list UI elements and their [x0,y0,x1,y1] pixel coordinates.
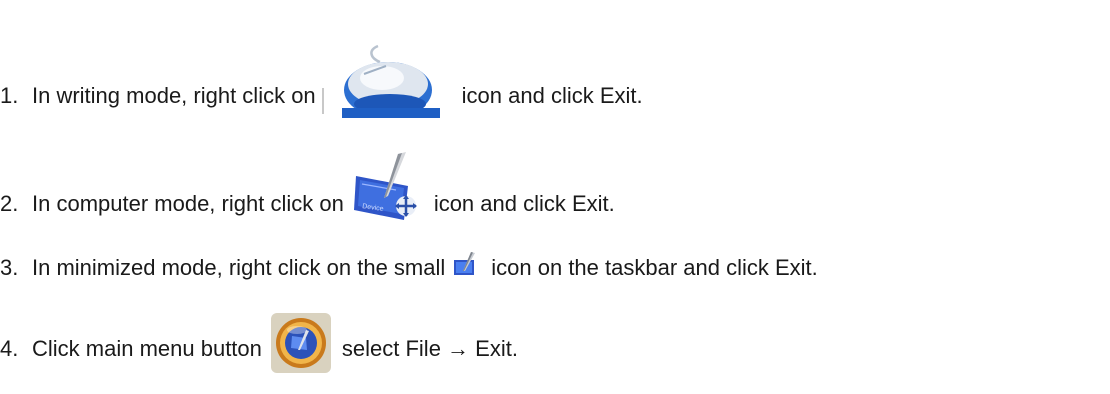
step-4: 4. Click main menu button select File → … [0,313,518,380]
step-text-before: In computer mode, right click on [32,191,344,216]
pen-tray-icon [453,251,479,277]
step-text-after: icon and click Exit. [461,83,643,108]
step-2: 2. In computer mode, right click on Devi… [0,152,615,240]
pen-device-icon: Device [352,150,422,222]
step-number: 4. [0,336,19,361]
mouse-icon [320,44,450,120]
step-text-after: select File → Exit. [341,336,518,361]
step-text-after: icon on the taskbar and click Exit. [491,255,818,280]
step-text-before: In writing mode, right click on [32,83,316,108]
main-menu-button-icon [270,312,332,374]
step-3: 3. In minimized mode, right click on the… [0,252,818,281]
step-text-before: Click main menu button [32,336,262,361]
step-number: 3. [0,255,19,280]
step-1: 1. In writing mode, right click on icon … [0,44,643,134]
step-text-after: icon and click Exit. [433,191,615,216]
step-number: 2. [0,191,19,216]
step-text-before: In minimized mode, right click on the sm… [32,255,446,280]
step-number: 1. [0,83,19,108]
